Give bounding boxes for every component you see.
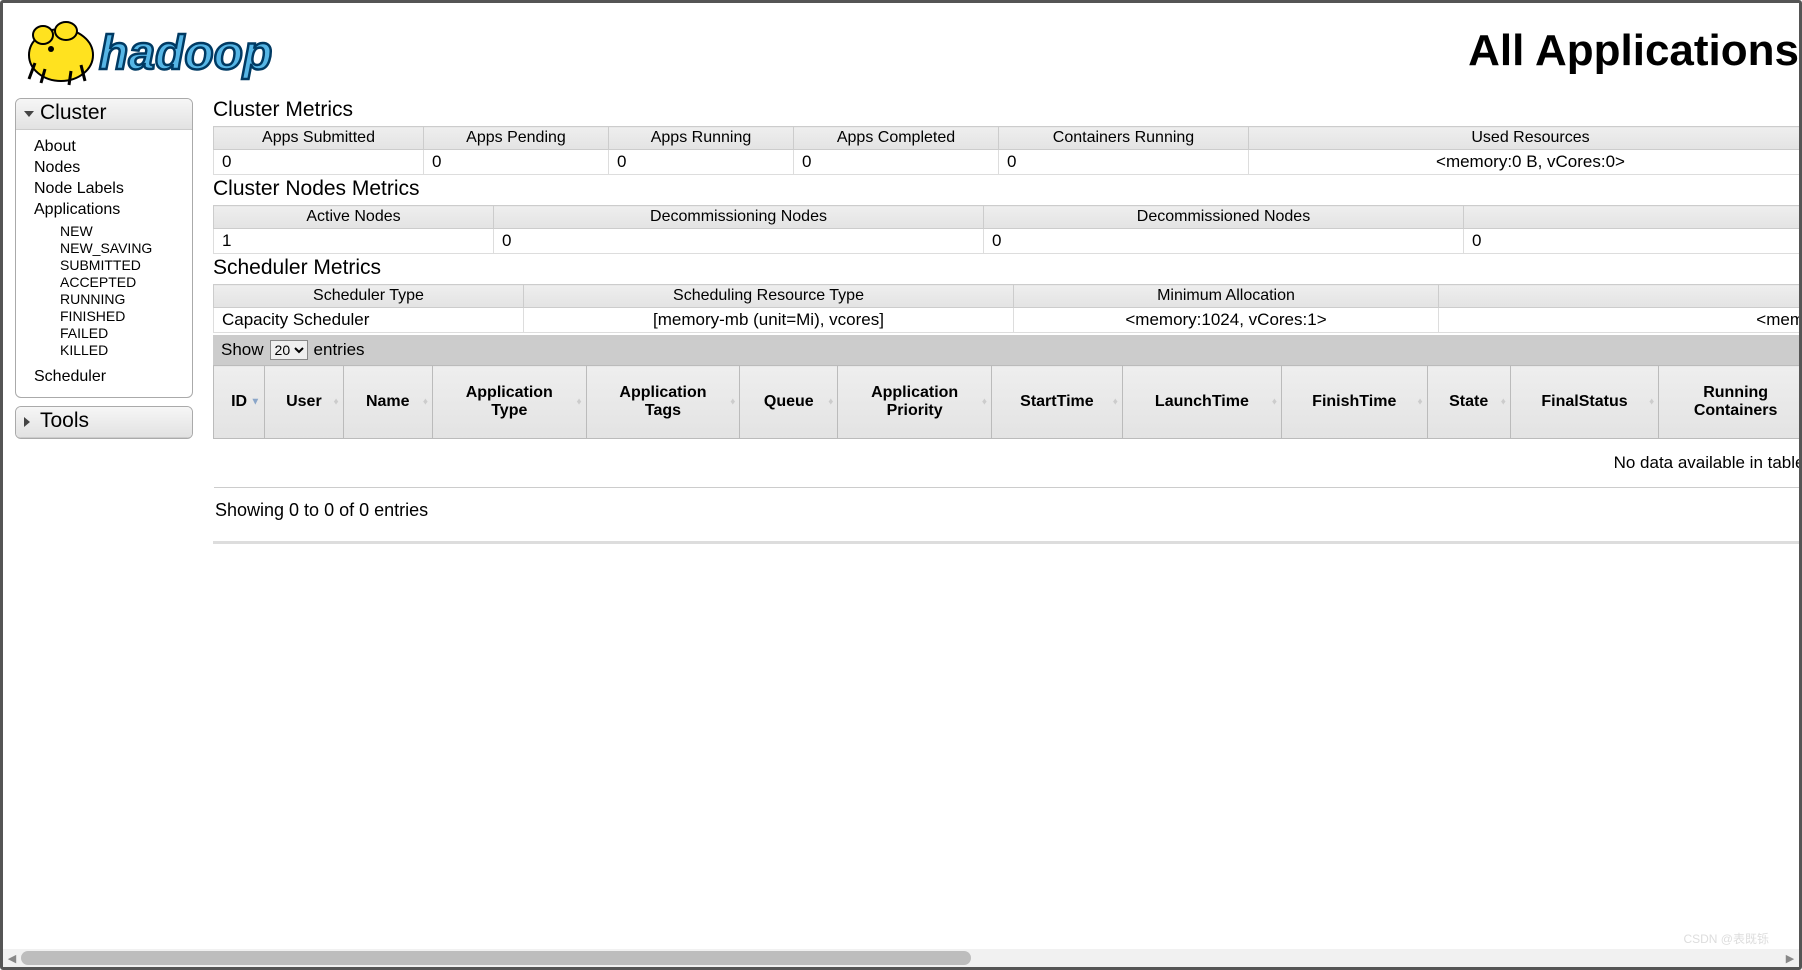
td-apps-running: 0	[609, 150, 794, 175]
td-scheduling-resource-type: [memory-mb (unit=Mi), vcores]	[524, 308, 1014, 333]
th-apps-submitted: Apps Submitted	[214, 127, 424, 150]
nav-app-new[interactable]: NEW	[60, 222, 192, 239]
th-containers-running: Containers Running	[999, 127, 1249, 150]
th-scheduling-resource-type: Scheduling Resource Type	[524, 285, 1014, 308]
th-nodes-extra	[1464, 206, 1800, 229]
sort-icon: ♦	[1649, 397, 1654, 408]
panel-cluster: Cluster About Nodes Node Labels Applicat…	[15, 98, 193, 398]
nav-scheduler[interactable]: Scheduler	[34, 366, 192, 387]
sort-icon: ♦	[730, 397, 735, 408]
nav-app-failed[interactable]: FAILED	[60, 324, 192, 341]
hadoop-logo: hadoop	[15, 13, 341, 88]
nav-applications[interactable]: Applications	[34, 199, 192, 220]
panel-header-cluster[interactable]: Cluster	[16, 99, 192, 130]
sidebar: Cluster About Nodes Node Labels Applicat…	[15, 98, 193, 447]
td-decommissioned-nodes[interactable]: 0	[984, 229, 1464, 254]
nav-app-finished[interactable]: FINISHED	[60, 307, 192, 324]
sort-icon: ♦	[1272, 397, 1277, 408]
scrollbar-thumb[interactable]	[21, 951, 971, 965]
sort-icon: ♦	[1501, 397, 1506, 408]
td-containers-running: 0	[999, 150, 1249, 175]
horizontal-scrollbar[interactable]: ◀ ▶	[3, 949, 1799, 967]
td-decommissioning-nodes[interactable]: 0	[494, 229, 984, 254]
th-min-allocation: Minimum Allocation	[1014, 285, 1439, 308]
th-state[interactable]: State♦	[1427, 366, 1510, 439]
chevron-down-icon	[24, 111, 34, 117]
th-decommissioning-nodes: Decommissioning Nodes	[494, 206, 984, 229]
sort-icon: ♦	[423, 397, 428, 408]
th-app-tags[interactable]: Application Tags♦	[586, 366, 740, 439]
td-apps-submitted: 0	[214, 150, 424, 175]
td-min-allocation: <memory:1024, vCores:1>	[1014, 308, 1439, 333]
table-scheduler-metrics: Scheduler Type Scheduling Resource Type …	[213, 284, 1799, 333]
page-title: All Applications	[1468, 26, 1799, 76]
datatable-length-control: Show 20 entries	[213, 335, 1799, 365]
th-launch-time[interactable]: LaunchTime♦	[1122, 366, 1281, 439]
table-cluster-nodes-metrics: Active Nodes Decommissioning Nodes Decom…	[213, 205, 1799, 254]
th-decommissioned-nodes: Decommissioned Nodes	[984, 206, 1464, 229]
th-app-priority[interactable]: Application Priority♦	[838, 366, 992, 439]
page-length-select[interactable]: 20	[270, 340, 308, 360]
td-apps-pending: 0	[424, 150, 609, 175]
td-no-data: No data available in table	[214, 439, 1800, 488]
th-app-type[interactable]: Application Type♦	[432, 366, 586, 439]
nav-node-labels[interactable]: Node Labels	[34, 178, 192, 199]
watermark: CSDN @表既铄	[1683, 930, 1769, 947]
panel-title-tools: Tools	[40, 409, 89, 432]
nav-about[interactable]: About	[34, 136, 192, 157]
th-max-allocation	[1439, 285, 1800, 308]
sort-icon: ♦	[1417, 397, 1422, 408]
th-apps-pending: Apps Pending	[424, 127, 609, 150]
th-start-time[interactable]: StartTime♦	[991, 366, 1122, 439]
nav-app-killed[interactable]: KILLED	[60, 341, 192, 358]
scroll-right-icon[interactable]: ▶	[1781, 949, 1799, 967]
th-finish-time[interactable]: FinishTime♦	[1281, 366, 1427, 439]
panel-tools: Tools	[15, 406, 193, 439]
table-applications: ID▼ User♦ Name♦ Application Type♦ Applic…	[213, 365, 1799, 488]
th-queue[interactable]: Queue♦	[740, 366, 838, 439]
nav-app-accepted[interactable]: ACCEPTED	[60, 273, 192, 290]
th-scheduler-type: Scheduler Type	[214, 285, 524, 308]
nav-nodes[interactable]: Nodes	[34, 157, 192, 178]
td-apps-completed: 0	[794, 150, 999, 175]
section-cluster-nodes-metrics: Cluster Nodes Metrics	[213, 177, 1799, 201]
th-name[interactable]: Name♦	[343, 366, 432, 439]
show-label-pre: Show	[221, 340, 264, 360]
sort-icon: ♦	[333, 397, 338, 408]
td-nodes-extra[interactable]: 0	[1464, 229, 1800, 254]
main-content: Cluster Metrics Apps Submitted Apps Pend…	[213, 98, 1799, 544]
sort-icon: ♦	[1113, 397, 1118, 408]
nav-app-new-saving[interactable]: NEW_SAVING	[60, 239, 192, 256]
panel-title-cluster: Cluster	[40, 101, 107, 124]
nav-app-running[interactable]: RUNNING	[60, 290, 192, 307]
th-id[interactable]: ID▼	[214, 366, 265, 439]
panel-header-tools[interactable]: Tools	[16, 407, 192, 438]
sort-icon: ♦	[577, 397, 582, 408]
th-user[interactable]: User♦	[265, 366, 343, 439]
th-active-nodes: Active Nodes	[214, 206, 494, 229]
datatable-info: Showing 0 to 0 of 0 entries	[213, 488, 1799, 544]
nav-app-submitted[interactable]: SUBMITTED	[60, 256, 192, 273]
sort-icon: ♦	[982, 397, 987, 408]
td-active-nodes[interactable]: 1	[214, 229, 494, 254]
section-cluster-metrics: Cluster Metrics	[213, 98, 1799, 122]
th-used-resources: Used Resources	[1249, 127, 1800, 150]
section-scheduler-metrics: Scheduler Metrics	[213, 256, 1799, 280]
sort-desc-icon: ▼	[250, 397, 260, 408]
table-cluster-metrics: Apps Submitted Apps Pending Apps Running…	[213, 126, 1799, 175]
td-max-allocation: <mem	[1439, 308, 1800, 333]
sort-icon: ♦	[828, 397, 833, 408]
th-running-containers[interactable]: Running Containers♦	[1659, 366, 1799, 439]
td-used-resources: <memory:0 B, vCores:0>	[1249, 150, 1800, 175]
scrollbar-track[interactable]	[21, 949, 1781, 967]
th-apps-completed: Apps Completed	[794, 127, 999, 150]
chevron-right-icon	[24, 417, 30, 427]
td-scheduler-type: Capacity Scheduler	[214, 308, 524, 333]
th-apps-running: Apps Running	[609, 127, 794, 150]
logo-text: hadoop	[99, 27, 272, 80]
scroll-left-icon[interactable]: ◀	[3, 949, 21, 967]
th-final-status[interactable]: FinalStatus♦	[1510, 366, 1658, 439]
show-label-post: entries	[314, 340, 365, 360]
